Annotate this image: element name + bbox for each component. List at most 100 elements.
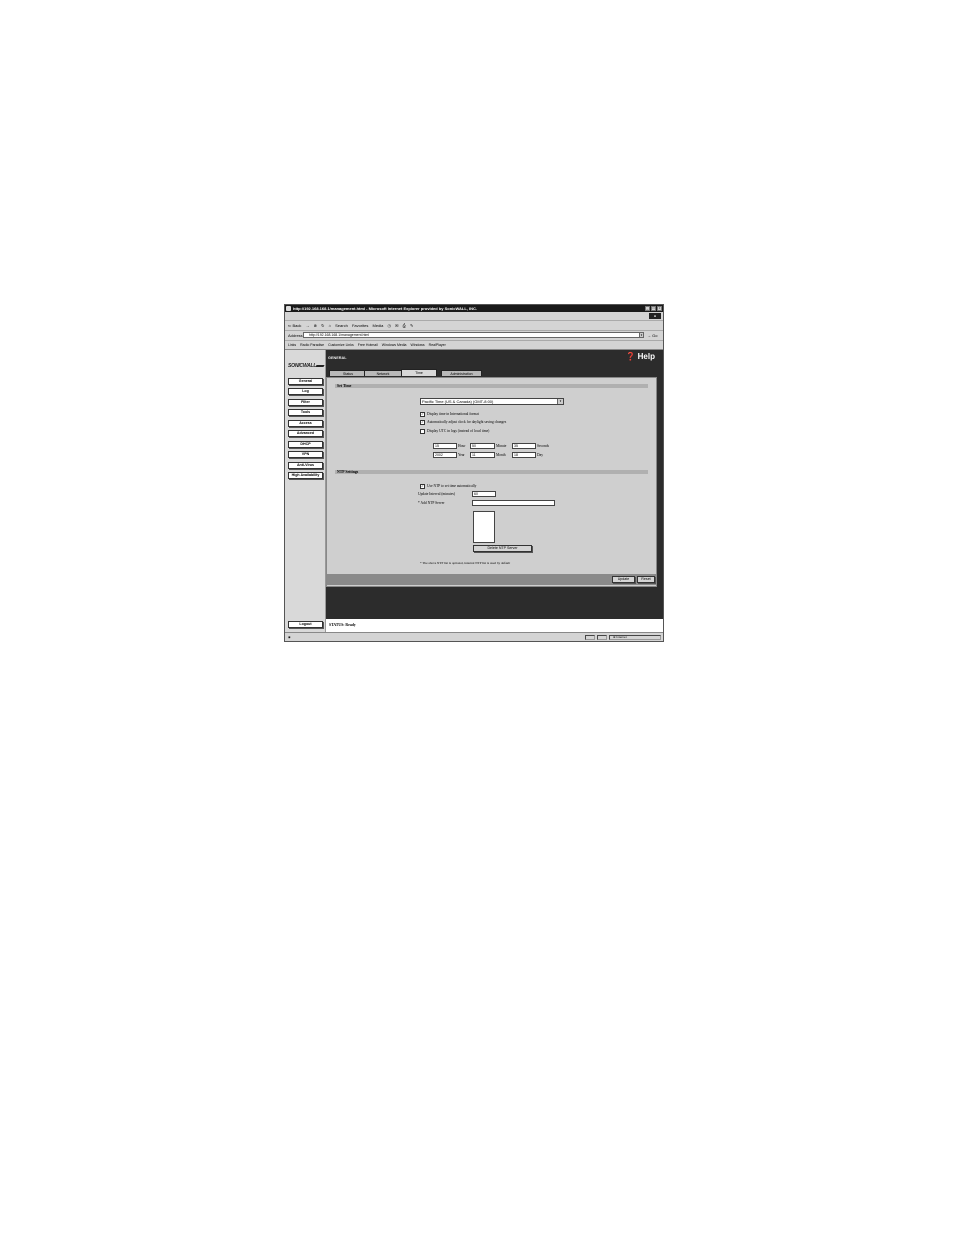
home-icon[interactable]: ⌂: [329, 323, 331, 328]
logo-swoosh-icon: [315, 365, 325, 367]
left-nav: SONICWALL General Log Filter Tools Acces…: [285, 350, 326, 632]
nav-filter[interactable]: Filter: [288, 399, 323, 406]
utc-logs-checkbox[interactable]: [420, 429, 425, 434]
daylight-saving-label: Automatically adjust clock for daylight …: [427, 420, 507, 424]
address-dropdown-icon[interactable]: ▾: [639, 332, 644, 338]
logout-button[interactable]: Logout: [288, 621, 323, 628]
link-windows[interactable]: Windows: [410, 343, 424, 347]
mail-icon[interactable]: ✉: [395, 323, 398, 328]
back-button[interactable]: ⇐ Back: [288, 323, 301, 328]
hour-label: Hour: [458, 444, 466, 448]
status-area: STATUS: Ready: [326, 619, 663, 632]
nav-vpn[interactable]: VPN: [288, 451, 323, 458]
title-bar: http://192.168.168.1/management.html - M…: [285, 305, 663, 312]
month-label: Month: [496, 453, 506, 457]
link-realplayer[interactable]: RealPlayer: [429, 343, 446, 347]
tab-network[interactable]: Network: [364, 370, 402, 376]
status-text: STATUS: Ready: [329, 623, 356, 627]
help-link[interactable]: ❓ Help: [625, 352, 655, 362]
timezone-value: Pacific Time (US & Canada) (GMT-8:00): [422, 399, 494, 404]
update-interval-label: Update Interval (minutes): [418, 492, 456, 496]
year-label: Year: [458, 453, 465, 457]
ntp-note: * The above NTP list is optional, intern…: [420, 561, 511, 565]
nav-general[interactable]: General: [288, 378, 323, 385]
favorites-button[interactable]: Favorites: [352, 323, 368, 328]
zone-indicator: ⊕ Internet: [609, 635, 661, 640]
link-free-hotmail[interactable]: Free Hotmail: [358, 343, 378, 347]
help-label: Help: [637, 352, 655, 361]
timezone-select[interactable]: Pacific Time (US & Canada) (GMT-8:00) ▾: [420, 398, 564, 405]
nav-dhcp[interactable]: DHCP: [288, 441, 323, 448]
tab-time[interactable]: Time: [401, 369, 437, 376]
update-interval-field[interactable]: 60: [472, 491, 496, 497]
panel-footer: Update Reset: [327, 574, 656, 585]
browser-toolbar: ⇐ Back → ⊗ ↻ ⌂ Search Favorites Media ◷ …: [285, 321, 663, 331]
opt-use-ntp-row: ✓ Use NTP to set time automatically: [420, 484, 476, 489]
delete-ntp-server-button[interactable]: Delete NTP Server: [473, 545, 532, 552]
nav-log[interactable]: Log: [288, 388, 323, 395]
opt-daylight-row: ✓ Automatically adjust clock for daylight…: [420, 420, 506, 425]
day-label: Day: [537, 453, 543, 457]
utc-logs-label: Display UTC in logs (instead of local ti…: [427, 429, 490, 433]
section-ntp-settings: NTP Settings: [335, 470, 648, 474]
year-field[interactable]: 2002: [433, 452, 457, 458]
brand-text: SONICWALL: [288, 363, 317, 369]
second-field[interactable]: 35: [512, 443, 536, 449]
add-ntp-server-field[interactable]: [472, 500, 555, 506]
use-ntp-checkbox[interactable]: ✓: [420, 484, 425, 489]
reset-button[interactable]: Reset: [637, 576, 655, 583]
settings-panel: Set Time Pacific Time (US & Canada) (GMT…: [326, 377, 657, 587]
search-button[interactable]: Search: [335, 323, 348, 328]
links-label: Links: [288, 343, 297, 347]
second-label: Seconds: [537, 444, 549, 448]
update-button[interactable]: Update: [612, 576, 635, 583]
minimize-button[interactable]: _: [645, 306, 650, 311]
menu-bar: File Edit View Favorites Tools Help ⊞: [285, 312, 663, 326]
main-area: GENERAL ❓ Help Status Network Time Admin…: [326, 350, 663, 632]
history-icon[interactable]: ◷: [388, 323, 392, 328]
minute-label: Minute: [496, 444, 507, 448]
page-content: SONICWALL General Log Filter Tools Acces…: [285, 350, 663, 632]
window-title: http://192.168.168.1/management.html - M…: [293, 306, 478, 311]
page-title: GENERAL: [328, 356, 347, 360]
maximize-button[interactable]: □: [651, 306, 656, 311]
links-bar: Links Radio Paradise Customize Links Fre…: [285, 341, 663, 350]
status-segment: [597, 635, 607, 640]
nav-anti-virus[interactable]: Anti-Virus: [288, 462, 323, 469]
stop-icon[interactable]: ⊗: [314, 323, 317, 328]
media-button[interactable]: Media: [373, 323, 384, 328]
sonicwall-logo: SONICWALL: [288, 362, 325, 370]
refresh-icon[interactable]: ↻: [321, 323, 324, 328]
zone-label: Internet: [616, 635, 627, 639]
hour-field[interactable]: 15: [433, 443, 457, 449]
page-icon: ◉: [288, 635, 291, 639]
close-button[interactable]: ×: [657, 306, 662, 311]
address-input[interactable]: http://192.168.168.1/management.html: [303, 332, 643, 338]
link-radio-paradise[interactable]: Radio Paradise: [300, 343, 324, 347]
tab-administration[interactable]: Administration: [441, 370, 482, 376]
nav-tools[interactable]: Tools: [288, 409, 323, 416]
forward-button[interactable]: →: [305, 323, 309, 328]
browser-window: http://192.168.168.1/management.html - M…: [284, 304, 664, 642]
international-format-label: Display time in International format: [427, 412, 479, 416]
go-button[interactable]: → Go: [647, 331, 657, 340]
ie-icon: [286, 306, 291, 311]
daylight-saving-checkbox[interactable]: ✓: [420, 420, 425, 425]
tab-status[interactable]: Status: [329, 370, 367, 376]
link-windows-media[interactable]: Windows Media: [382, 343, 407, 347]
ntp-server-list[interactable]: [473, 511, 495, 543]
edit-icon[interactable]: ✎: [410, 323, 413, 328]
browser-status-bar: ◉ ⊕ Internet: [285, 632, 663, 641]
nav-access[interactable]: Access: [288, 420, 323, 427]
month-field[interactable]: 11: [470, 452, 495, 458]
nav-advanced[interactable]: Advanced: [288, 430, 323, 437]
day-field[interactable]: 18: [512, 452, 536, 458]
nav-high-availability[interactable]: High Availability: [288, 472, 323, 479]
international-format-checkbox[interactable]: ✓: [420, 412, 425, 417]
print-icon[interactable]: ⎙: [403, 323, 406, 328]
minute-field[interactable]: 50: [470, 443, 495, 449]
use-ntp-label: Use NTP to set time automatically: [427, 484, 477, 488]
section-set-time: Set Time: [335, 384, 648, 388]
link-customize-links[interactable]: Customize Links: [328, 343, 354, 347]
chevron-down-icon: ▾: [557, 399, 563, 404]
